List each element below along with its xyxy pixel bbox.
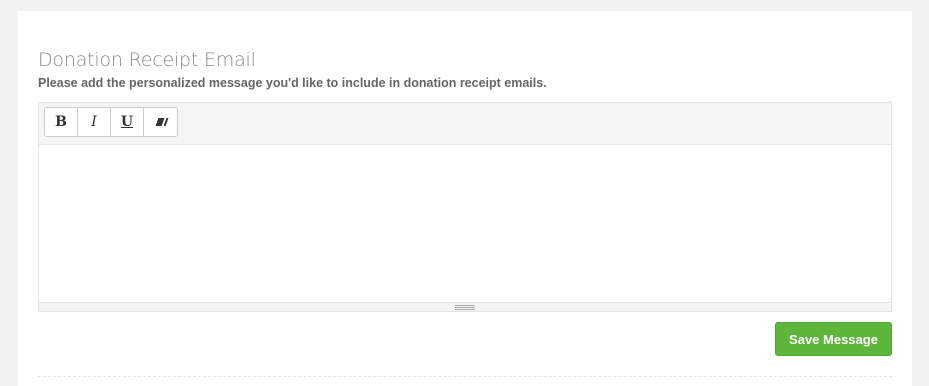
eraser-icon (155, 118, 166, 126)
grip-icon (455, 304, 475, 310)
bold-button[interactable]: B (45, 108, 78, 136)
clear-format-button[interactable] (144, 108, 177, 136)
save-message-button[interactable]: Save Message (775, 322, 892, 356)
donation-receipt-card: Donation Receipt Email Please add the pe… (18, 11, 912, 386)
editor-toolbar: B I U (39, 103, 891, 145)
editor-resize-handle[interactable] (39, 302, 891, 311)
underline-button[interactable]: U (111, 108, 144, 136)
section-subtitle: Please add the personalized message you'… (38, 76, 547, 90)
section-title: Donation Receipt Email (38, 49, 256, 71)
format-button-group: B I U (44, 107, 178, 137)
italic-button[interactable]: I (78, 108, 111, 136)
rich-text-editor: B I U (38, 102, 892, 312)
editor-content-area[interactable] (39, 145, 891, 302)
section-divider (38, 376, 892, 377)
